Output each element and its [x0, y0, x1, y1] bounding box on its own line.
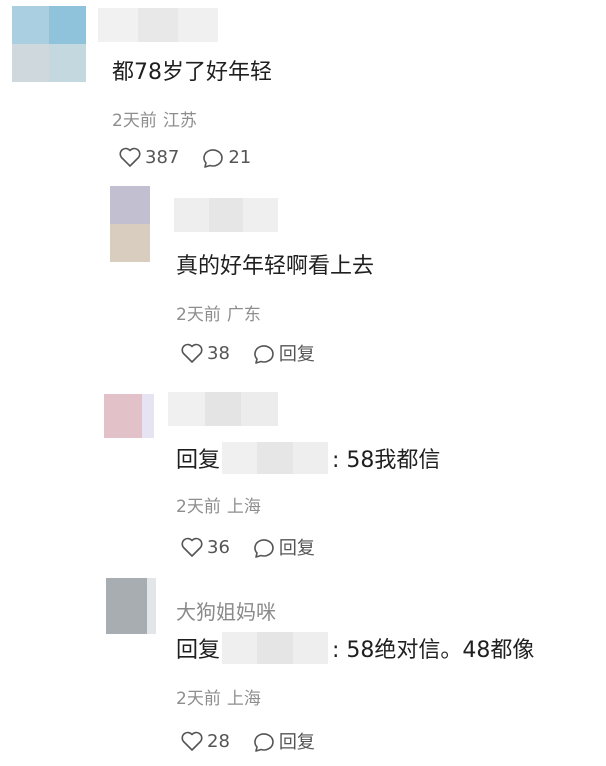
speech-bubble-icon — [254, 733, 274, 752]
avatar[interactable] — [106, 578, 156, 634]
comment-time: 2天前 — [176, 497, 221, 517]
comment-text: 真的好年轻啊看上去 — [176, 254, 375, 279]
reply-text: : 58绝对信。48都像 — [332, 638, 535, 663]
mention-blurred[interactable] — [222, 632, 328, 664]
comment-location: 上海 — [226, 497, 261, 517]
avatar[interactable] — [104, 394, 154, 438]
speech-bubble-icon — [254, 345, 274, 364]
comment-meta: 2天前 上海 — [176, 684, 261, 709]
like-count: 38 — [207, 342, 230, 364]
avatar[interactable] — [12, 6, 86, 82]
like-button[interactable]: 28 — [180, 730, 230, 752]
avatar[interactable] — [110, 186, 150, 262]
speech-bubble-icon — [254, 539, 274, 558]
username-blurred[interactable] — [174, 198, 279, 232]
heart-outline-icon — [181, 731, 203, 751]
reply-button[interactable]: 回复 — [252, 728, 315, 754]
comment-time: 2天前 — [112, 111, 157, 131]
reply-label: 回复 — [278, 732, 315, 753]
comment-location: 江苏 — [162, 111, 197, 131]
like-button[interactable]: 38 — [180, 342, 230, 364]
like-button[interactable]: 36 — [180, 536, 230, 558]
comment-actions: 38 回复 — [180, 340, 315, 366]
heart-outline-icon — [181, 537, 203, 557]
reply-item: 大狗姐妈咪 回复 : 58绝对信。48都像 2天前 上海 28 回复 — [0, 574, 606, 766]
comment-author[interactable]: 大狗姐妈咪 — [176, 596, 276, 625]
comment-time: 2天前 — [176, 305, 221, 325]
username-blurred[interactable] — [168, 392, 279, 426]
speech-bubble-icon — [203, 149, 224, 168]
comment-text: 回复 : 58绝对信。48都像 — [176, 632, 534, 664]
comment-time: 2天前 — [176, 689, 221, 709]
heart-outline-icon — [181, 343, 203, 363]
reply-text: : 58我都信 — [332, 448, 441, 473]
mention-blurred[interactable] — [222, 442, 328, 474]
like-count: 28 — [207, 730, 230, 752]
like-count: 387 — [145, 146, 180, 168]
comment-meta: 2天前 上海 — [176, 492, 261, 517]
reply-button[interactable]: 回复 — [252, 534, 315, 560]
reply-count-button[interactable]: 21 — [201, 146, 251, 168]
username-blurred[interactable] — [98, 8, 218, 42]
reply-button[interactable]: 回复 — [252, 340, 315, 366]
reply-item: 真的好年轻啊看上去 2天前 广东 38 回复 — [0, 180, 606, 380]
comment-text: 回复 : 58我都信 — [176, 442, 440, 474]
comment-actions: 36 回复 — [180, 534, 315, 560]
comment-meta: 2天前 广东 — [176, 300, 261, 325]
comment-location: 广东 — [226, 305, 261, 325]
reply-label: 回复 — [278, 344, 315, 365]
reply-prefix: 回复 — [176, 638, 221, 663]
comment-actions: 387 21 — [118, 146, 251, 168]
reply-count: 21 — [228, 146, 252, 168]
comment-location: 上海 — [226, 689, 261, 709]
like-count: 36 — [207, 536, 230, 558]
reply-label: 回复 — [278, 538, 315, 559]
comment-actions: 28 回复 — [180, 728, 315, 754]
reply-prefix: 回复 — [176, 448, 221, 473]
comment-text: 都78岁了好年轻 — [112, 60, 272, 85]
comment-item: 都78岁了好年轻 2天前 江苏 387 21 — [0, 0, 606, 180]
like-button[interactable]: 387 — [118, 146, 179, 168]
comment-meta: 2天前 江苏 — [112, 106, 197, 131]
reply-item: 回复 : 58我都信 2天前 上海 36 回复 — [0, 380, 606, 574]
heart-outline-icon — [119, 147, 141, 167]
